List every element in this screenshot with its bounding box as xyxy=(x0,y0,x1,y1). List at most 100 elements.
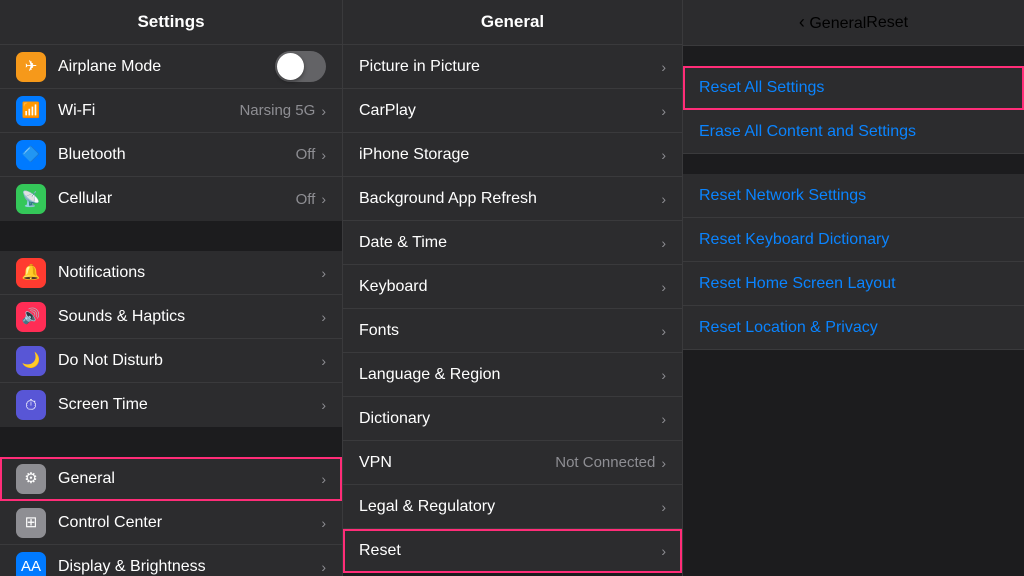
donotdisturb-label: Do Not Disturb xyxy=(58,352,321,370)
back-chevron-icon: ‹ xyxy=(799,12,805,32)
col2-row-language-region[interactable]: Language & Region› xyxy=(343,353,682,397)
row-cellular[interactable]: 📡 CellularOff › xyxy=(0,177,342,221)
row-display[interactable]: AADisplay & Brightness› xyxy=(0,545,342,576)
reset-header: ‹ General Reset xyxy=(683,0,1024,46)
reset-row-reset-location[interactable]: Reset Location & Privacy xyxy=(683,306,1024,350)
col2-chevron-background-refresh: › xyxy=(661,191,666,207)
general-header: General xyxy=(343,0,682,45)
col2-chevron-reset: › xyxy=(661,543,666,559)
row-airplane-mode[interactable]: ✈ Airplane Mode xyxy=(0,45,342,89)
reset-column: ‹ General Reset Reset All Settings Erase … xyxy=(683,0,1024,576)
col2-label-vpn: VPN xyxy=(359,454,555,472)
row-notifications[interactable]: 🔔Notifications› xyxy=(0,251,342,295)
settings-column: Settings ✈ Airplane Mode 📶 Wi-FiNarsing 5G ›… xyxy=(0,0,343,576)
col2-row-dictionary[interactable]: Dictionary› xyxy=(343,397,682,441)
airplane-mode-icon: ✈ xyxy=(16,52,46,82)
col2-label-picture-in-picture: Picture in Picture xyxy=(359,58,661,76)
col2-row-fonts[interactable]: Fonts› xyxy=(343,309,682,353)
row-sounds[interactable]: 🔊Sounds & Haptics› xyxy=(0,295,342,339)
col2-chevron-vpn: › xyxy=(661,455,666,471)
notifications-chevron-icon: › xyxy=(321,265,326,281)
row-general[interactable]: ⚙General› xyxy=(0,457,342,501)
reset-row-reset-homescreen[interactable]: Reset Home Screen Layout xyxy=(683,262,1024,306)
controlcenter-label: Control Center xyxy=(58,514,321,532)
col2-label-carplay: CarPlay xyxy=(359,102,661,120)
reset-row-erase-all[interactable]: Erase All Content and Settings xyxy=(683,110,1024,154)
wifi-icon: 📶 xyxy=(16,96,46,126)
bluetooth-label: Bluetooth xyxy=(58,146,296,164)
col2-row-picture-in-picture[interactable]: Picture in Picture› xyxy=(343,45,682,89)
col2-label-background-refresh: Background App Refresh xyxy=(359,190,661,208)
controlcenter-icon: ⊞ xyxy=(16,508,46,538)
col2-row-date-time[interactable]: Date & Time› xyxy=(343,221,682,265)
reset-label-reset-network: Reset Network Settings xyxy=(699,187,1008,205)
cellular-icon: 📡 xyxy=(16,184,46,214)
screentime-icon: ⏱ xyxy=(16,390,46,420)
row-screentime[interactable]: ⏱Screen Time› xyxy=(0,383,342,427)
col2-label-legal: Legal & Regulatory xyxy=(359,498,661,516)
display-label: Display & Brightness xyxy=(58,558,321,576)
col2-value-vpn: Not Connected xyxy=(555,454,655,471)
col2-row-reset[interactable]: Reset› xyxy=(343,529,682,573)
col2-label-language-region: Language & Region xyxy=(359,366,661,384)
col2-row-legal[interactable]: Legal & Regulatory› xyxy=(343,485,682,529)
col2-chevron-carplay: › xyxy=(661,103,666,119)
col2-label-reset: Reset xyxy=(359,542,661,560)
reset-row-reset-network[interactable]: Reset Network Settings xyxy=(683,174,1024,218)
col2-chevron-dictionary: › xyxy=(661,411,666,427)
col2-row-background-refresh[interactable]: Background App Refresh› xyxy=(343,177,682,221)
col2-label-dictionary: Dictionary xyxy=(359,410,661,428)
back-button[interactable]: ‹ General xyxy=(799,12,866,33)
wifi-value: Narsing 5G xyxy=(239,102,315,119)
col2-chevron-picture-in-picture: › xyxy=(661,59,666,75)
row-bluetooth[interactable]: 🔷 BluetoothOff › xyxy=(0,133,342,177)
airplane-mode-label: Airplane Mode xyxy=(58,58,267,76)
section-1: 🔔Notifications›🔊Sounds & Haptics› 🌙 Do Not… xyxy=(0,221,342,427)
wifi-label: Wi-Fi xyxy=(58,102,239,120)
sounds-icon: 🔊 xyxy=(16,302,46,332)
general-icon: ⚙ xyxy=(16,464,46,494)
row-controlcenter[interactable]: ⊞ Control Center› xyxy=(0,501,342,545)
col2-label-fonts: Fonts xyxy=(359,322,661,340)
reset-label-erase-all: Erase All Content and Settings xyxy=(699,123,1008,141)
reset-row-reset-all[interactable]: Reset All Settings xyxy=(683,66,1024,110)
col2-chevron-legal: › xyxy=(661,499,666,515)
bluetooth-value: Off xyxy=(296,146,316,163)
cellular-label: Cellular xyxy=(58,190,296,208)
settings-list: ✈ Airplane Mode 📶 Wi-FiNarsing 5G › 🔷 Bluetoot… xyxy=(0,45,342,576)
col2-chevron-language-region: › xyxy=(661,367,666,383)
col2-row-carplay[interactable]: CarPlay› xyxy=(343,89,682,133)
donotdisturb-icon: 🌙 xyxy=(16,346,46,376)
donotdisturb-chevron-icon: › xyxy=(321,353,326,369)
sounds-chevron-icon: › xyxy=(321,309,326,325)
col2-label-date-time: Date & Time xyxy=(359,234,661,252)
reset-row-reset-keyboard[interactable]: Reset Keyboard Dictionary xyxy=(683,218,1024,262)
cellular-chevron-icon: › xyxy=(321,191,326,207)
general-chevron-icon: › xyxy=(321,471,326,487)
col2-row-iphone-storage[interactable]: iPhone Storage› xyxy=(343,133,682,177)
screentime-chevron-icon: › xyxy=(321,397,326,413)
settings-title: Settings xyxy=(137,12,204,31)
col2-row-vpn[interactable]: VPNNot Connected › xyxy=(343,441,682,485)
bluetooth-icon: 🔷 xyxy=(16,140,46,170)
back-label: General xyxy=(809,15,866,32)
controlcenter-chevron-icon: › xyxy=(321,515,326,531)
reset-title: Reset xyxy=(866,14,908,32)
notifications-label: Notifications xyxy=(58,264,321,282)
airplane-mode-toggle[interactable] xyxy=(275,51,326,82)
reset-label-reset-location: Reset Location & Privacy xyxy=(699,319,1008,337)
section-2: ⚙General›⊞Control Center›AADisplay & Bri… xyxy=(0,427,342,576)
col2-chevron-keyboard: › xyxy=(661,279,666,295)
col2-label-keyboard: Keyboard xyxy=(359,278,661,296)
reset-label-reset-keyboard: Reset Keyboard Dictionary xyxy=(699,231,1008,249)
reset-label-reset-homescreen: Reset Home Screen Layout xyxy=(699,275,1008,293)
row-wifi[interactable]: 📶 Wi-FiNarsing 5G › xyxy=(0,89,342,133)
general-column: General Picture in Picture›CarPlay›iPhon… xyxy=(343,0,683,576)
col2-row-keyboard[interactable]: Keyboard› xyxy=(343,265,682,309)
row-donotdisturb[interactable]: 🌙 Do Not Disturb› xyxy=(0,339,342,383)
reset-label-reset-all: Reset All Settings xyxy=(699,79,1008,97)
col2-chevron-date-time: › xyxy=(661,235,666,251)
cellular-value: Off xyxy=(296,191,316,208)
wifi-chevron-icon: › xyxy=(321,103,326,119)
bluetooth-chevron-icon: › xyxy=(321,147,326,163)
